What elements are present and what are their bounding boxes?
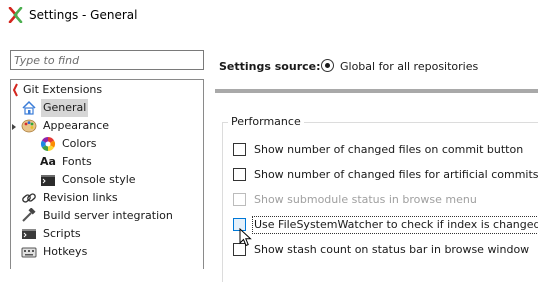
settings-source-radio[interactable] bbox=[321, 59, 334, 72]
header-divider bbox=[215, 89, 538, 93]
tree-item-label: Git Extensions bbox=[23, 83, 103, 96]
checkbox-label[interactable]: Show stash count on status bar in browse… bbox=[254, 242, 529, 258]
tree-item-label: Build server integration bbox=[43, 209, 173, 222]
settings-tree: Git Extensions General Appearance Colors… bbox=[10, 79, 204, 269]
title-bar: Settings - General bbox=[0, 0, 538, 31]
home-icon bbox=[22, 100, 36, 115]
tree-item-label: General bbox=[41, 99, 89, 117]
tree-item-label: Hotkeys bbox=[43, 245, 88, 258]
checkbox-label[interactable]: Show number of changed files for artific… bbox=[254, 167, 538, 183]
color-wheel-icon bbox=[41, 137, 55, 151]
settings-source-label: Settings source: bbox=[219, 60, 321, 73]
settings-source-option-label[interactable]: Global for all repositories bbox=[340, 60, 478, 73]
tree-item-label: Revision links bbox=[43, 191, 118, 204]
expander-icon[interactable] bbox=[12, 124, 16, 130]
search-input[interactable] bbox=[11, 51, 203, 69]
checkbox-box[interactable] bbox=[233, 168, 246, 181]
tree-item-label: Scripts bbox=[43, 227, 81, 240]
checkbox-label: Show submodule status in browse menu bbox=[254, 193, 477, 206]
performance-group-title: Performance bbox=[228, 115, 304, 128]
checkbox-box[interactable] bbox=[233, 143, 246, 156]
checkbox-label[interactable]: Use FileSystemWatcher to check if index … bbox=[252, 216, 538, 234]
console-icon bbox=[41, 175, 55, 186]
hotkeys-icon bbox=[21, 247, 37, 258]
tree-item-label: Console style bbox=[62, 173, 136, 186]
tree-item-label: Colors bbox=[62, 137, 97, 150]
git-extensions-icon bbox=[8, 7, 23, 23]
mouse-pointer-icon bbox=[239, 228, 252, 247]
git-extensions-icon bbox=[13, 83, 18, 97]
palette-icon bbox=[21, 119, 37, 133]
window-title: Settings - General bbox=[29, 8, 138, 22]
checkbox-label[interactable]: Show number of changed files on commit b… bbox=[254, 142, 523, 158]
scripts-icon bbox=[22, 229, 36, 239]
search-box[interactable] bbox=[10, 50, 204, 70]
tree-item-label: Appearance bbox=[43, 119, 110, 132]
tree-item-label: Fonts bbox=[62, 155, 92, 168]
checkbox-box bbox=[233, 193, 246, 206]
build-server-icon bbox=[22, 208, 36, 222]
link-icon bbox=[22, 193, 36, 203]
fonts-icon: Aa bbox=[40, 155, 56, 168]
